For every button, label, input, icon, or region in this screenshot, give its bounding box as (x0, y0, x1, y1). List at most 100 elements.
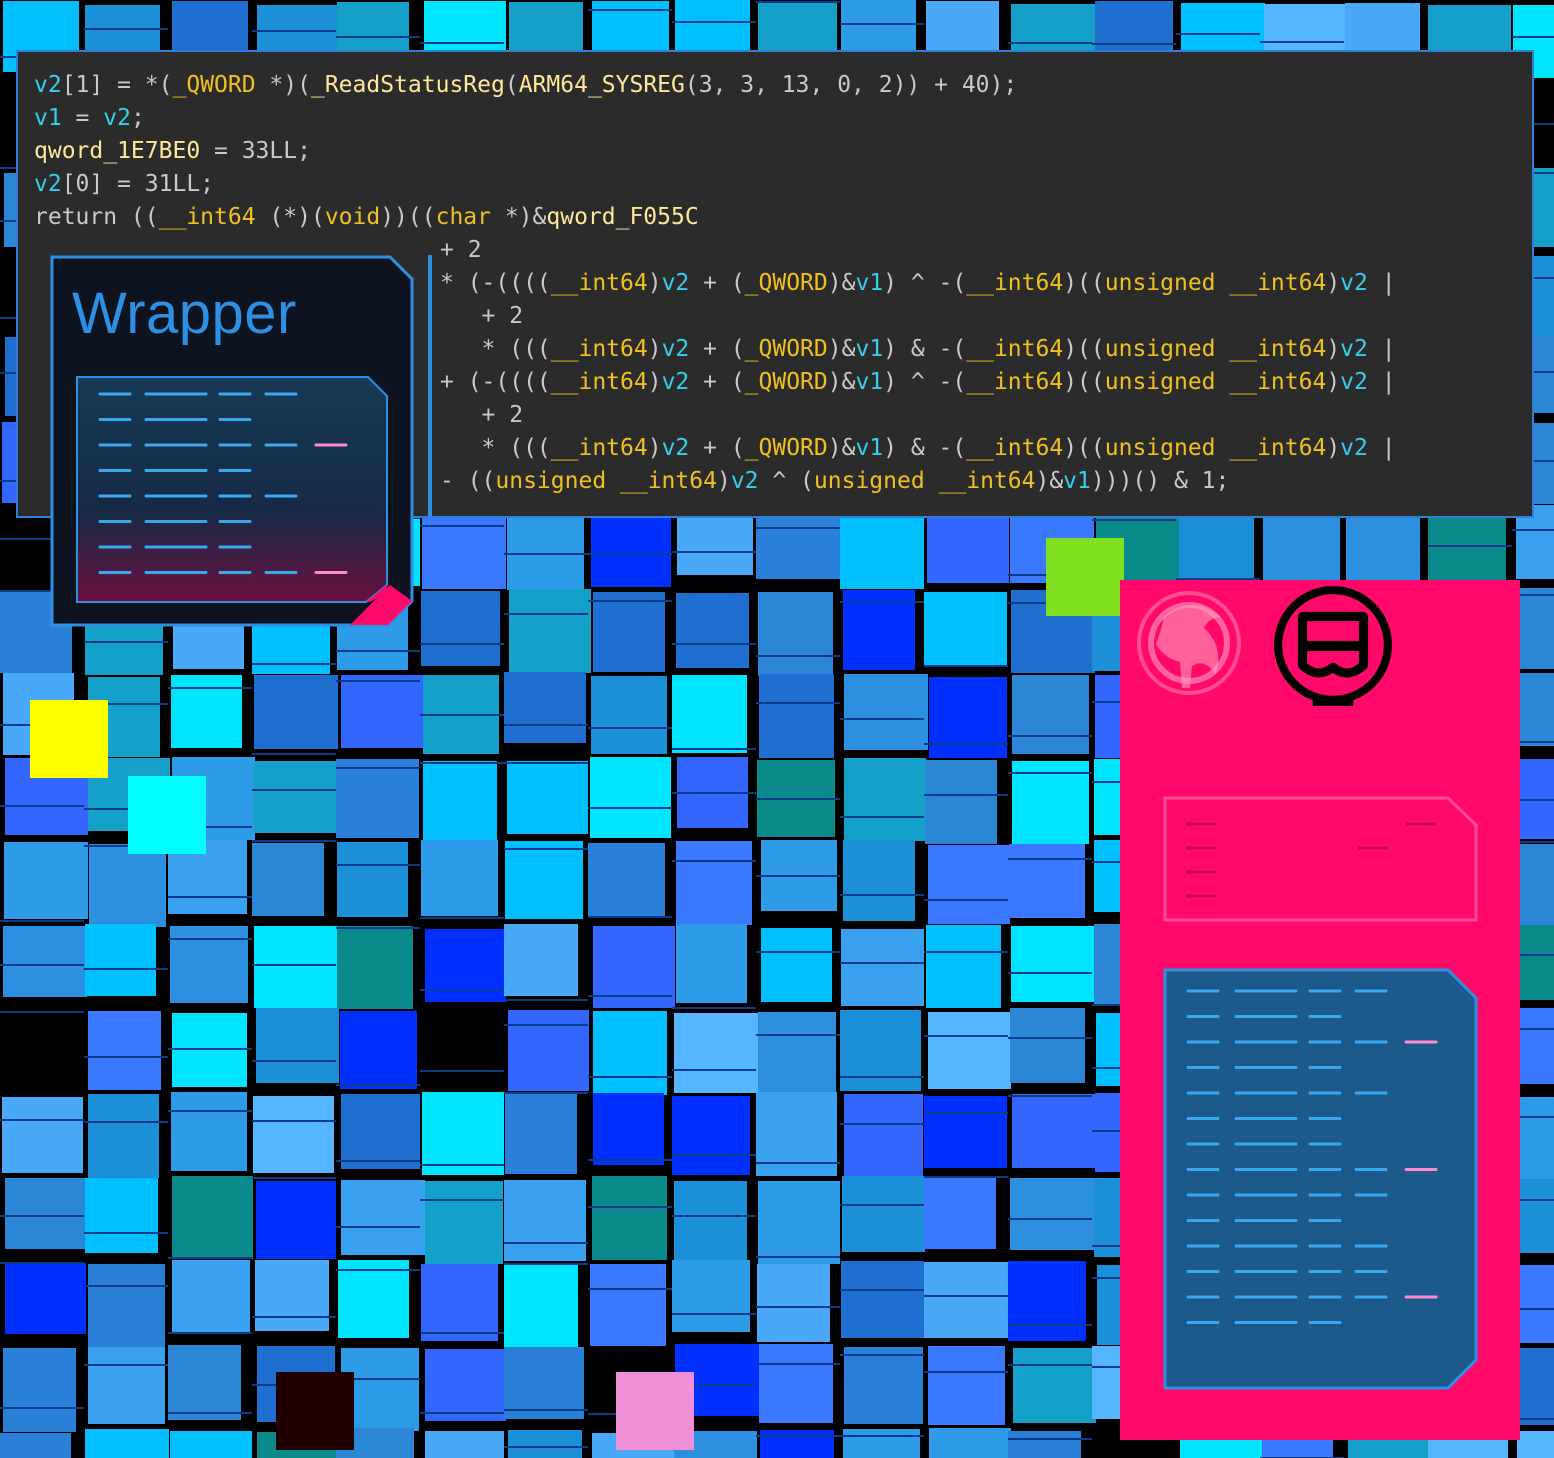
mosaic-tile (422, 508, 506, 589)
mosaic-glitch-line (252, 1177, 336, 1179)
code-token: v2 (661, 369, 690, 395)
mosaic-glitch-line (588, 916, 672, 918)
mosaic-tile (844, 758, 926, 841)
mosaic-glitch-line (336, 1269, 420, 1271)
mosaic-tile (88, 1094, 159, 1178)
mosaic-tile (421, 591, 500, 666)
mosaic-tile (674, 1013, 758, 1093)
code-token: unsigned __int64 (1104, 336, 1327, 362)
mosaic-glitch-line (168, 1257, 252, 1259)
code-line: * (((__int64)v2 + (_QWORD)&v1) & -(__int… (440, 333, 1396, 366)
code-token: _QWORD (172, 72, 256, 98)
code-line: * (-((((__int64)v2 + (_QWORD)&v1) ^ -(__… (440, 267, 1396, 300)
code-token: unsigned __int64 (495, 468, 717, 494)
mosaic-tile (759, 674, 834, 758)
mosaic-glitch-line (756, 1363, 840, 1365)
code-token: [1] = *( (61, 72, 173, 98)
code-token: qword_1E7BE0 (34, 138, 201, 164)
code-token: + 2 (440, 237, 482, 263)
mosaic-tile (508, 1010, 589, 1091)
mosaic-tile (1011, 926, 1094, 1002)
code-token: ) & -( (883, 336, 967, 362)
mosaic-tile (2, 1097, 83, 1173)
mosaic-tile (505, 841, 583, 919)
mosaic-glitch-line (420, 1070, 504, 1072)
code-token: v1 (855, 270, 884, 296)
mosaic-glitch-line (420, 714, 504, 716)
mosaic-glitch-line (672, 1313, 756, 1315)
code-listing-icon (76, 376, 388, 603)
mosaic-tile (924, 1176, 996, 1249)
mosaic-glitch-line (420, 1164, 504, 1166)
mosaic-tile (674, 1181, 747, 1264)
mosaic-tile (672, 1260, 750, 1332)
code-token: )))() & 1; (1090, 468, 1230, 494)
code-line: v2[1] = *(_QWORD *)(_ReadStatusReg(ARM64… (34, 69, 1017, 102)
code-token: v2 (34, 72, 62, 98)
code-token: v1 (855, 369, 884, 395)
mosaic-tile (254, 761, 338, 833)
code-token: return (( (34, 204, 159, 230)
mosaic-glitch-line (588, 995, 672, 997)
code-token: unsigned __int64 (1104, 435, 1327, 461)
mosaic-glitch-line (84, 1364, 168, 1366)
mosaic-tile (843, 840, 915, 921)
mosaic-glitch-line (84, 1121, 168, 1123)
code-token: | (1367, 435, 1396, 461)
code-token: v1 (855, 336, 884, 362)
mosaic-glitch-line (672, 1215, 756, 1217)
mosaic-tile (758, 1181, 840, 1264)
mosaic-tile (590, 1264, 666, 1346)
mosaic-glitch-line (924, 1371, 1008, 1373)
mosaic-glitch-line (840, 816, 924, 818)
code-token: unsigned __int64 (1104, 369, 1327, 395)
code-token: )(( (1063, 336, 1105, 362)
mosaic-glitch-line (420, 1332, 504, 1334)
mosaic-glitch-line (0, 1011, 84, 1013)
wrapper-title: Wrapper (72, 281, 297, 346)
mosaic-tile (925, 760, 997, 844)
code-line: - ((unsigned __int64)v2 ^ (unsigned __in… (440, 465, 1229, 498)
mosaic-tile (504, 1180, 586, 1261)
code-token: ) (1326, 270, 1341, 296)
mosaic-glitch-line (84, 1232, 168, 1234)
mosaic-glitch-line (1008, 1324, 1092, 1326)
mosaic-glitch-line (420, 989, 504, 991)
mosaic-glitch-line (0, 1119, 84, 1121)
mosaic-tile (504, 1265, 578, 1349)
mosaic-glitch-line (588, 727, 672, 729)
code-token: qword_F055C (546, 204, 699, 230)
mosaic-glitch-line (420, 525, 504, 527)
code-token: _QWORD (744, 435, 828, 461)
mosaic-tile (1517, 1431, 1554, 1458)
mosaic-glitch-line (420, 762, 504, 764)
mosaic-tile (844, 1347, 923, 1424)
code-line: * (((__int64)v2 + (_QWORD)&v1) & -(__int… (440, 432, 1396, 465)
mosaic-glitch-line (672, 748, 756, 750)
mosaic-glitch-line (168, 1332, 252, 1334)
mosaic-glitch-line (840, 894, 924, 896)
mosaic-glitch-line (336, 1226, 420, 1228)
mosaic-tile (761, 928, 832, 1002)
code-token: ) & -( (883, 435, 967, 461)
mosaic-tile (1515, 1265, 1554, 1343)
mosaic-glitch-line (336, 927, 420, 929)
mosaic-tile (672, 1096, 750, 1175)
mosaic-tile (841, 929, 924, 1006)
mosaic-tile (341, 1180, 425, 1255)
mosaic-tile (421, 840, 498, 916)
code-token: + (-(((( (440, 369, 551, 395)
mosaic-glitch-line (924, 1112, 1008, 1114)
mosaic-tile (337, 926, 413, 1009)
obfuscated-code-icon (1138, 720, 1498, 1420)
mosaic-tile (1009, 844, 1085, 918)
mosaic-glitch-line (252, 789, 336, 791)
mosaic-glitch-line (840, 718, 924, 720)
code-token: * ((( (440, 435, 551, 461)
mosaic-glitch-line (840, 1123, 924, 1125)
mosaic-tile (423, 761, 497, 842)
mosaic-tile (504, 672, 586, 743)
mosaic-glitch-line (588, 1076, 672, 1078)
code-token: __int64 (550, 336, 648, 362)
code-token: char (435, 204, 491, 230)
